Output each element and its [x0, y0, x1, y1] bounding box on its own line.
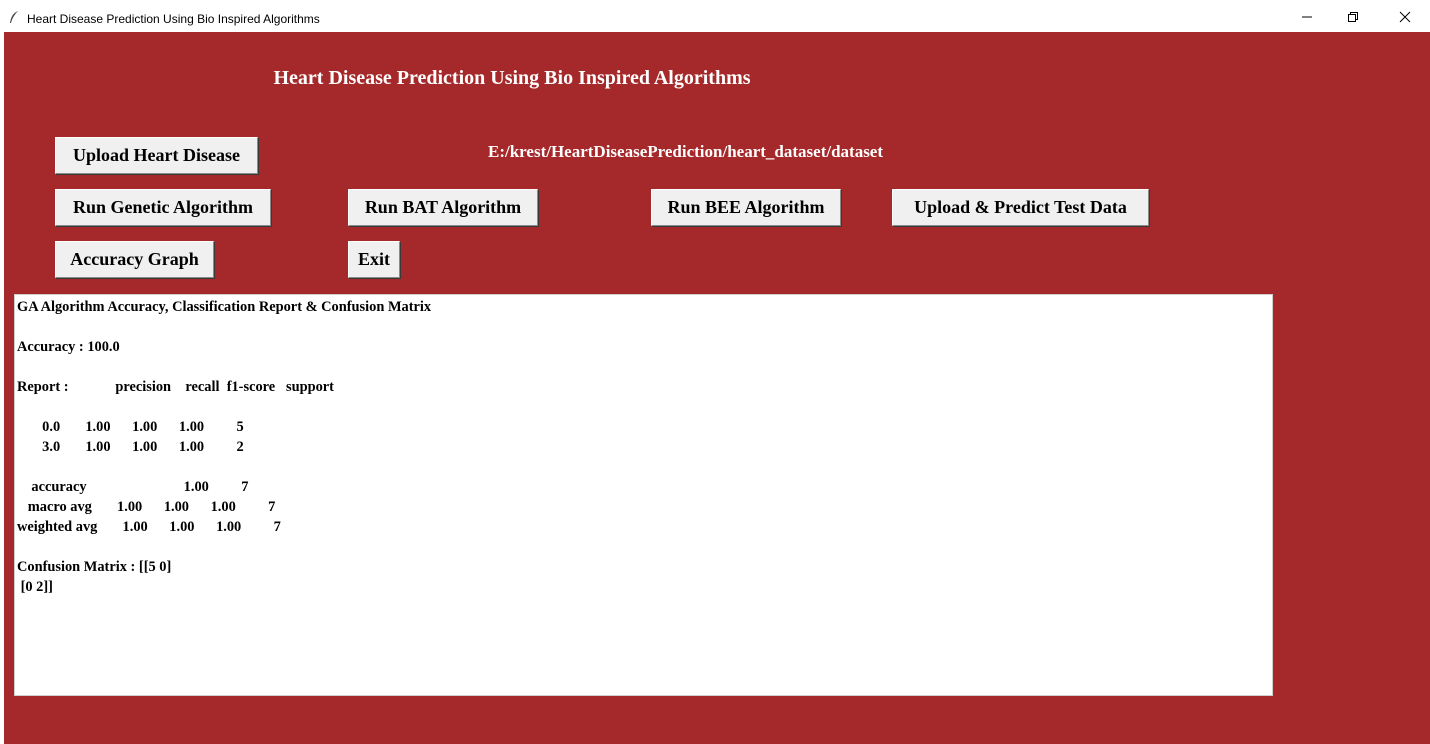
run-bat-algorithm-button[interactable]: Run BAT Algorithm [348, 189, 538, 226]
close-icon [1399, 11, 1411, 23]
run-genetic-algorithm-button[interactable]: Run Genetic Algorithm [55, 189, 271, 226]
minimize-icon [1302, 16, 1312, 18]
exit-button[interactable]: Exit [348, 241, 400, 278]
restore-icon [1348, 12, 1358, 22]
page-title: Heart Disease Prediction Using Bio Inspi… [273, 67, 751, 89]
upload-predict-test-button[interactable]: Upload & Predict Test Data [892, 189, 1149, 226]
dataset-path-label: E:/krest/HeartDiseasePrediction/heart_da… [488, 142, 884, 161]
window-title: Heart Disease Prediction Using Bio Inspi… [27, 12, 320, 26]
close-button[interactable] [1382, 0, 1428, 32]
output-text-area[interactable]: GA Algorithm Accuracy, Classification Re… [14, 294, 1273, 696]
minimize-button[interactable] [1284, 0, 1330, 32]
restore-button[interactable] [1330, 0, 1376, 32]
accuracy-graph-button[interactable]: Accuracy Graph [55, 241, 214, 278]
title-bar: Heart Disease Prediction Using Bio Inspi… [0, 0, 1430, 32]
feather-icon [10, 11, 18, 23]
main-panel: Heart Disease Prediction Using Bio Inspi… [4, 32, 1430, 744]
run-bee-algorithm-button[interactable]: Run BEE Algorithm [651, 189, 841, 226]
upload-dataset-button[interactable]: Upload Heart Disease [55, 137, 258, 174]
